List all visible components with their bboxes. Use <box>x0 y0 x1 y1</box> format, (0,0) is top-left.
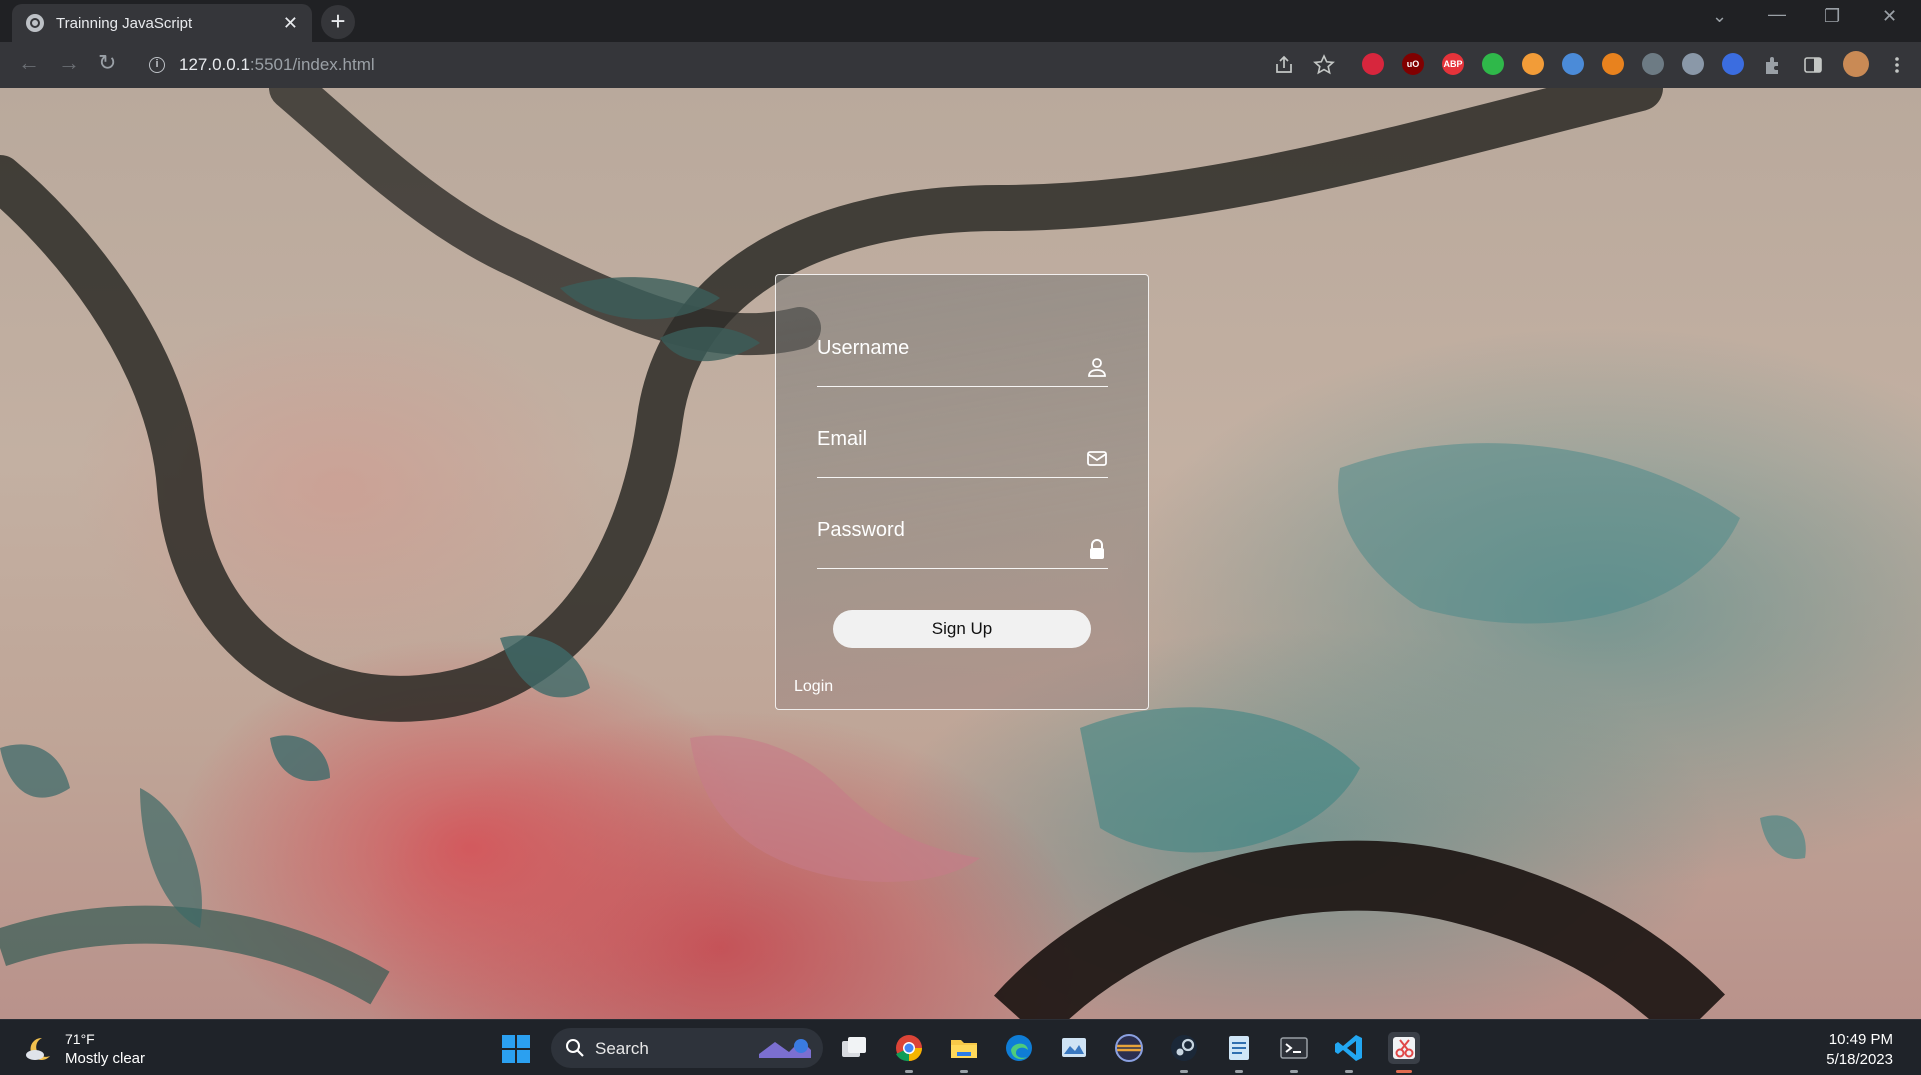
clock-time[interactable]: 10:49 PM <box>1829 1031 1893 1048</box>
restore-icon[interactable]: ❐ <box>1824 6 1840 27</box>
user-icon <box>1088 358 1106 377</box>
monitor-app-icon[interactable] <box>1058 1032 1090 1064</box>
egg-icon[interactable] <box>1522 53 1544 75</box>
url-path: :5501/index.html <box>249 55 375 74</box>
wand-icon[interactable] <box>1722 53 1744 75</box>
password-field[interactable]: Password <box>817 519 1108 569</box>
terminal-icon[interactable] <box>1278 1032 1310 1064</box>
running-indicator <box>960 1070 968 1073</box>
sign-up-button[interactable]: Sign Up <box>833 610 1091 648</box>
tab-close-icon[interactable]: ✕ <box>283 14 298 32</box>
running-indicator <box>1290 1070 1298 1073</box>
windows-taskbar: 71°F Mostly clear Search 10:49 PM 5/18/2… <box>0 1019 1921 1075</box>
minimize-icon[interactable]: — <box>1768 4 1786 25</box>
running-indicator <box>1180 1070 1188 1073</box>
edge-icon[interactable] <box>1003 1032 1035 1064</box>
start-tile <box>517 1035 530 1048</box>
search-highlight-icon <box>759 1039 811 1058</box>
vscode-icon[interactable] <box>1333 1032 1365 1064</box>
site-info-icon[interactable]: i <box>149 57 165 73</box>
username-label: Username <box>817 337 910 359</box>
block-icon[interactable] <box>1362 53 1384 75</box>
window-close-icon[interactable]: ✕ <box>1882 6 1897 27</box>
browser-tab[interactable]: Trainning JavaScript ✕ <box>12 4 312 42</box>
globe-icon <box>26 14 44 32</box>
steam-icon[interactable] <box>1168 1032 1200 1064</box>
envelope-icon <box>1087 451 1107 466</box>
search-icon <box>566 1039 584 1057</box>
browser-menu-icon[interactable] <box>1886 54 1908 76</box>
task-view-icon[interactable] <box>838 1032 870 1064</box>
email-field[interactable]: Email <box>817 428 1108 478</box>
shield-icon[interactable] <box>1682 53 1704 75</box>
shield-check-icon[interactable] <box>1482 53 1504 75</box>
snipping-tool-icon[interactable] <box>1388 1032 1420 1064</box>
running-indicator <box>1396 1070 1412 1073</box>
lock-icon <box>1090 539 1104 559</box>
login-link[interactable]: Login <box>794 678 833 696</box>
back-button[interactable]: ← <box>18 52 40 74</box>
file-explorer-icon[interactable] <box>948 1032 980 1064</box>
running-indicator <box>1345 1070 1353 1073</box>
weather-temperature[interactable]: 71°F <box>65 1031 95 1047</box>
weather-description[interactable]: Mostly clear <box>65 1050 145 1067</box>
reload-button[interactable]: ↻ <box>98 52 116 74</box>
page-viewport: Username Email Password Sign Up Login <box>0 88 1921 1019</box>
translate-icon[interactable] <box>1562 53 1584 75</box>
taskbar-search[interactable]: Search <box>551 1028 823 1068</box>
start-tile <box>502 1035 515 1048</box>
search-label: Search <box>595 1039 649 1058</box>
start-tile <box>502 1050 515 1063</box>
chrome-icon[interactable] <box>893 1032 925 1064</box>
tab-search-chevron-icon[interactable]: ⌄ <box>1712 6 1727 27</box>
share-icon[interactable] <box>1273 54 1295 76</box>
notepad-app-icon[interactable] <box>1223 1032 1255 1064</box>
adblock-plus-icon[interactable]: ABP <box>1442 53 1464 75</box>
running-indicator <box>905 1070 913 1073</box>
password-label: Password <box>817 519 905 541</box>
sphere-app-icon[interactable] <box>1113 1032 1145 1064</box>
moon-cloud-icon[interactable] <box>24 1034 54 1064</box>
profile-avatar[interactable] <box>1843 51 1869 77</box>
bookmark-star-icon[interactable] <box>1313 54 1335 76</box>
forward-button[interactable]: → <box>58 52 80 74</box>
email-label: Email <box>817 428 868 450</box>
clock-date[interactable]: 5/18/2023 <box>1826 1051 1893 1068</box>
new-tab-button[interactable]: + <box>321 5 355 39</box>
username-field[interactable]: Username <box>817 337 1108 387</box>
start-button[interactable] <box>502 1035 530 1063</box>
ublock-icon[interactable]: uO <box>1402 53 1424 75</box>
browser-toolbar: ← → ↻ i 127.0.0.1:5501/index.html uO ABP <box>0 42 1921 88</box>
side-panel-icon[interactable] <box>1802 54 1824 76</box>
start-tile <box>517 1050 530 1063</box>
running-indicator <box>1235 1070 1243 1073</box>
extensions-puzzle-icon[interactable] <box>1762 54 1784 76</box>
tab-title: Trainning JavaScript <box>56 14 193 32</box>
url-host: 127.0.0.1 <box>179 55 250 74</box>
signup-form-card: Username Email Password Sign Up Login <box>775 274 1149 710</box>
address-bar[interactable]: 127.0.0.1:5501/index.html <box>179 55 375 75</box>
ext-x-icon[interactable] <box>1642 53 1664 75</box>
metamask-icon[interactable] <box>1602 53 1624 75</box>
browser-tab-strip: Trainning JavaScript ✕ + ⌄ — ❐ ✕ <box>0 0 1921 42</box>
